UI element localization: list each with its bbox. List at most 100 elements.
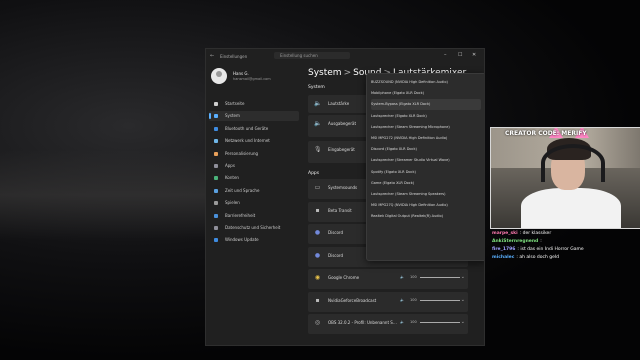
- breadcrumb-separator: >: [343, 68, 352, 78]
- sidebar-item-icon: [214, 164, 218, 168]
- sidebar-item-startseite[interactable]: Startseite: [209, 99, 299, 109]
- app-name: NvidiaGeforceBroadcast: [328, 297, 377, 303]
- dropdown-option[interactable]: Lautsprecher (Streamer Studio Virtual Wa…: [371, 155, 481, 166]
- output-device-dropdown[interactable]: BUZZSOUND (NVIDIA High Definition Audio)…: [366, 73, 484, 261]
- settings-window: ← Einstellungen Einstellung suchen – ☐ ✕…: [205, 48, 485, 346]
- creator-code-label: CREATOR CODE: MERIFY: [505, 130, 587, 137]
- maximize-button[interactable]: ☐: [458, 52, 462, 58]
- sidebar-item-label: Zeit und Sprache: [225, 187, 260, 193]
- volume-slider-fill: [420, 277, 460, 278]
- chevron-down-icon[interactable]: ⌄: [461, 319, 465, 325]
- sidebar-item-windows[interactable]: Windows Update: [209, 235, 299, 245]
- sidebar-item-icon: [214, 188, 218, 193]
- dropdown-option[interactable]: Lautsprecher (Steam Streaming Microphone…: [371, 122, 481, 133]
- dropdown-option[interactable]: Realtek Digital Output (Realtek(R) Audio…: [371, 211, 481, 222]
- streamer-shirt: [521, 188, 621, 228]
- discord-icon: ●: [314, 251, 321, 259]
- sidebar-item-apps[interactable]: Apps: [209, 161, 299, 171]
- sidebar-item-label: Windows Update: [225, 237, 259, 243]
- sidebar-item-bluetooth[interactable]: Bluetooth und Geräte: [209, 124, 299, 134]
- chat-overlay: marpe_ski: der klassiker AnkiSternregnend…: [492, 230, 640, 262]
- dropdown-option[interactable]: BUZZSOUND (NVIDIA High Definition Audio): [371, 77, 481, 88]
- dropdown-option[interactable]: MSI MPG27Q (NVIDIA High Definition Audio…: [371, 200, 481, 211]
- volume-icon[interactable]: 🔈: [400, 320, 404, 324]
- sidebar-item-personalisierung[interactable]: Personalisierung: [209, 149, 299, 159]
- sidebar-item-icon: [214, 213, 218, 218]
- volume-slider-fill: [420, 322, 460, 323]
- sidebar-item-label: Barrierefreiheit: [225, 212, 256, 218]
- sidebar-item-icon: [214, 238, 218, 243]
- app-name: OBS 32.0.2 - Profil: Unbenannt Szenensam…: [328, 320, 398, 325]
- breadcrumb-system[interactable]: System: [308, 68, 342, 78]
- chevron-down-icon[interactable]: ⌄: [461, 297, 465, 303]
- sidebar-item-label: Apps: [225, 163, 235, 168]
- system-row-label: Ausgabegerät: [328, 121, 357, 126]
- apps-section-title: Apps: [308, 171, 320, 176]
- volume-slider[interactable]: [420, 277, 460, 278]
- app-name: Google Chrome: [328, 275, 360, 280]
- dropdown-option[interactable]: Lautsprecher (Elgato XLR Dock): [371, 111, 481, 122]
- active-indicator: [209, 113, 211, 120]
- close-button[interactable]: ✕: [472, 52, 476, 58]
- system-row-label: Eingabegerät: [328, 147, 355, 152]
- sidebar-item-spielen[interactable]: Spielen: [209, 198, 299, 208]
- dropdown-option[interactable]: Spotify (Elgato XLR Dock): [371, 167, 481, 178]
- back-arrow-icon[interactable]: ←: [210, 53, 214, 59]
- chrome-icon: ◉: [314, 274, 321, 281]
- sidebar-item-icon: [214, 201, 218, 206]
- app-volume-row[interactable]: ▪ NvidiaGeforceBroadcast 🔈 100 ⌄: [308, 291, 468, 312]
- sidebar-item-label: Konten: [225, 175, 239, 181]
- app-icon: ▪: [315, 206, 320, 214]
- sidebar-item-datenschutz[interactable]: Datenschutz und Sicherheit: [209, 223, 299, 233]
- system-row-label: Lautstärke: [328, 101, 350, 106]
- sidebar-item-icon: [214, 226, 218, 230]
- dropdown-option[interactable]: MSI MPG272 (NVIDIA High Definition Audio…: [371, 133, 481, 144]
- dropdown-option[interactable]: Lautsprecher (Steam Streaming Speakers): [371, 189, 481, 200]
- sidebar-item-icon: [214, 114, 218, 119]
- app-icon: ▪: [315, 296, 320, 304]
- dropdown-option[interactable]: Game (Elgato XLR Dock): [371, 178, 481, 189]
- search-input[interactable]: Einstellung suchen: [274, 52, 350, 59]
- background-glow: [0, 150, 220, 240]
- headphones-icon: [541, 144, 605, 182]
- chat-username: AnkiSternregnend: [492, 239, 539, 244]
- speaker-icon: 🔈: [314, 120, 322, 127]
- user-name: Hans G.: [233, 71, 249, 76]
- sidebar-item-label: Spielen: [225, 200, 240, 206]
- volume-icon[interactable]: 🔈: [400, 298, 404, 302]
- window-title: Einstellungen: [220, 54, 248, 59]
- sidebar-item-system[interactable]: System: [209, 111, 299, 122]
- chevron-down-icon[interactable]: ⌄: [461, 274, 465, 280]
- minimize-button[interactable]: –: [444, 52, 447, 58]
- volume-slider[interactable]: [420, 322, 460, 323]
- sidebar-item-icon: [214, 126, 218, 131]
- avatar: [211, 68, 227, 84]
- dropdown-option[interactable]: Mobilphone (Elgato XLR Dock): [371, 88, 481, 99]
- sidebar-item-netzwerk[interactable]: Netzwerk und Internet: [209, 136, 299, 146]
- sidebar-item-label: Bluetooth und Geräte: [225, 125, 269, 131]
- volume-icon[interactable]: 🔈: [400, 275, 404, 279]
- app-volume-row[interactable]: ◎ OBS 32.0.2 - Profil: Unbenannt Szenensa…: [308, 314, 468, 334]
- sidebar-item-icon: [214, 102, 218, 106]
- chat-text: der klassiker: [522, 231, 552, 236]
- sidebar-item-zeit[interactable]: Zeit und Sprache: [209, 186, 299, 196]
- dropdown-option[interactable]: Discord (Elgato XLR Dock): [371, 144, 481, 155]
- chat-username: michalec: [492, 255, 515, 260]
- sidebar-item-barrierefreiheit[interactable]: Barrierefreiheit: [209, 211, 299, 221]
- volume-slider-fill: [420, 299, 460, 301]
- chat-message: marpe_ski: der klassiker: [492, 230, 640, 238]
- chat-text: ah also doch geld: [519, 255, 560, 260]
- monitor-icon: ▭: [314, 184, 321, 191]
- chat-username: marpe_ski: [492, 231, 518, 236]
- speaker-icon: 🔈: [314, 100, 322, 107]
- app-volume-row[interactable]: ◉ Google Chrome 🔈 100 ⌄: [308, 269, 468, 289]
- chat-username: fire_1796: [492, 247, 516, 252]
- volume-slider[interactable]: [420, 299, 460, 301]
- dropdown-option[interactable]: System-Bypass (Elgato XLR Dock): [371, 99, 481, 111]
- title-bar: ← Einstellungen Einstellung suchen – ☐ ✕: [206, 49, 484, 63]
- webcam-overlay: CREATOR CODE: MERIFY: [490, 127, 640, 229]
- volume-value: 100: [410, 297, 417, 302]
- volume-value: 100: [410, 320, 417, 324]
- sidebar-item-icon: [214, 151, 218, 156]
- sidebar-item-konten[interactable]: Konten: [209, 173, 299, 183]
